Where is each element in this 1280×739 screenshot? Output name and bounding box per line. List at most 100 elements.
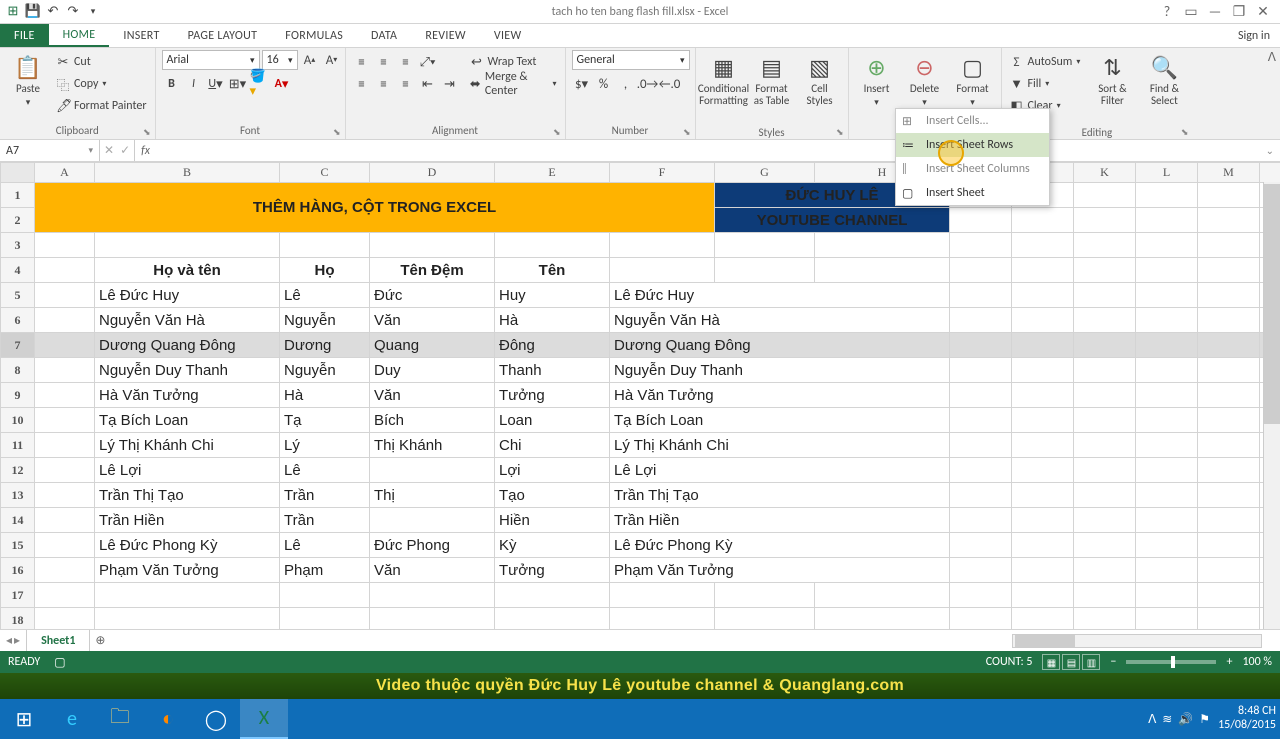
find-select-button[interactable]: 🔍Find & Select <box>1142 50 1186 107</box>
col-header-E[interactable]: E <box>495 163 610 183</box>
cell[interactable]: Quang <box>370 333 495 358</box>
cell[interactable] <box>815 258 950 283</box>
header-ten[interactable]: Tên <box>495 258 610 283</box>
cell[interactable] <box>950 508 1012 533</box>
sheet-nav[interactable]: ◂▸ <box>0 633 26 648</box>
cell[interactable]: Nguyễn Văn Hà <box>95 308 280 333</box>
cell[interactable]: Trần Hiền <box>610 508 950 533</box>
cell[interactable]: Văn <box>370 308 495 333</box>
cell[interactable]: Thị <box>370 483 495 508</box>
row-header-18[interactable]: 18 <box>1 608 35 630</box>
cell[interactable] <box>1198 333 1260 358</box>
col-header-K[interactable]: K <box>1074 163 1136 183</box>
row-header-5[interactable]: 5 <box>1 283 35 308</box>
format-button[interactable]: ▢Format▾ <box>951 50 995 108</box>
cell[interactable] <box>1012 583 1074 608</box>
cell[interactable] <box>35 283 95 308</box>
cell[interactable]: Lê Đức Huy <box>95 283 280 308</box>
cell[interactable] <box>1136 483 1198 508</box>
cell[interactable]: Lê <box>280 533 370 558</box>
cell[interactable] <box>35 233 95 258</box>
cell[interactable] <box>1074 183 1136 208</box>
cell[interactable] <box>950 433 1012 458</box>
page-layout-view-icon[interactable]: ▤ <box>1062 654 1080 670</box>
cell[interactable] <box>1012 483 1074 508</box>
cell[interactable] <box>1198 508 1260 533</box>
row-header-12[interactable]: 12 <box>1 458 35 483</box>
fill-button[interactable]: ▼Fill▾ <box>1008 74 1083 94</box>
cell[interactable] <box>1012 258 1074 283</box>
macro-record-icon[interactable]: ▢ <box>54 655 65 670</box>
indent-inc-icon[interactable]: ⇥ <box>440 74 460 94</box>
cell[interactable] <box>950 583 1012 608</box>
cell[interactable] <box>370 608 495 630</box>
cell[interactable]: Tạo <box>495 483 610 508</box>
fill-color-icon[interactable]: 🪣▾ <box>250 74 270 94</box>
cell[interactable]: Văn <box>370 383 495 408</box>
row-header-3[interactable]: 3 <box>1 233 35 258</box>
menu-insert-cells[interactable]: ⊞Insert Cells... <box>896 109 1049 133</box>
cell[interactable] <box>1012 333 1074 358</box>
cell[interactable] <box>950 233 1012 258</box>
shrink-font-icon[interactable]: A▾ <box>322 50 342 70</box>
font-color-icon[interactable]: A▾ <box>272 74 292 94</box>
col-header-C[interactable]: C <box>280 163 370 183</box>
cell[interactable]: Văn <box>370 558 495 583</box>
cell[interactable]: Đông <box>495 333 610 358</box>
cell[interactable] <box>95 608 280 630</box>
tray-flag-icon[interactable]: ⚑ <box>1199 712 1210 727</box>
enter-formula-icon[interactable]: ✓ <box>120 143 130 158</box>
cell[interactable]: Lợi <box>495 458 610 483</box>
cell[interactable] <box>1198 208 1260 233</box>
align-left-icon[interactable]: ≡ <box>352 74 372 94</box>
cell[interactable] <box>950 208 1012 233</box>
row-header-17[interactable]: 17 <box>1 583 35 608</box>
cell[interactable] <box>1136 358 1198 383</box>
save-icon[interactable]: 💾 <box>24 3 42 21</box>
cell[interactable] <box>1136 583 1198 608</box>
cell[interactable]: Trần Thị Tạo <box>610 483 950 508</box>
help-icon[interactable]: ? <box>1158 3 1176 20</box>
format-painter-button[interactable]: 🖊Format Painter <box>54 96 149 116</box>
select-all-cell[interactable] <box>1 163 35 183</box>
cell[interactable]: Trần <box>280 508 370 533</box>
cell[interactable] <box>1012 308 1074 333</box>
cell[interactable] <box>1198 533 1260 558</box>
number-format-combo[interactable]: General▾ <box>572 50 690 70</box>
col-header-D[interactable]: D <box>370 163 495 183</box>
cell[interactable] <box>1136 433 1198 458</box>
cell[interactable] <box>1074 333 1136 358</box>
cell[interactable] <box>370 508 495 533</box>
zoom-in-icon[interactable]: + <box>1226 655 1232 669</box>
row-header-2[interactable]: 2 <box>1 208 35 233</box>
merge-center-button[interactable]: ⬌Merge & Center▾ <box>468 74 559 94</box>
cell[interactable] <box>715 608 815 630</box>
cell[interactable]: Tạ <box>280 408 370 433</box>
cell[interactable]: Nguyễn Duy Thanh <box>610 358 950 383</box>
cell[interactable] <box>715 258 815 283</box>
orientation-icon[interactable]: ⤢▾ <box>418 52 438 72</box>
cell[interactable] <box>1074 533 1136 558</box>
header-ten-dem[interactable]: Tên Đệm <box>370 258 495 283</box>
cell[interactable]: Hà Văn Tưởng <box>95 383 280 408</box>
cell[interactable]: Huy <box>495 283 610 308</box>
cell[interactable] <box>35 458 95 483</box>
title-cell[interactable]: THÊM HÀNG, CỘT TRONG EXCEL <box>35 183 715 233</box>
tab-insert[interactable]: INSERT <box>109 24 173 47</box>
cell[interactable]: Tưởng <box>495 383 610 408</box>
cell[interactable]: Lê Đức Phong Kỳ <box>610 533 950 558</box>
row-header-10[interactable]: 10 <box>1 408 35 433</box>
cell[interactable]: Tưởng <box>495 558 610 583</box>
cell[interactable] <box>815 583 950 608</box>
align-top-icon[interactable]: ≡ <box>352 52 372 72</box>
cell[interactable]: Trần Thị Tạo <box>95 483 280 508</box>
border-icon[interactable]: ⊞▾ <box>228 74 248 94</box>
firefox-icon[interactable]: ◐ <box>144 699 192 739</box>
cell[interactable] <box>1136 408 1198 433</box>
horizontal-scrollbar[interactable] <box>1012 634 1262 648</box>
cell[interactable] <box>1012 233 1074 258</box>
cell[interactable] <box>950 458 1012 483</box>
collapse-ribbon-icon[interactable]: ᐱ <box>1266 48 1278 67</box>
menu-insert-rows[interactable]: ≔Insert Sheet Rows <box>896 133 1049 157</box>
cell[interactable]: Lý <box>280 433 370 458</box>
